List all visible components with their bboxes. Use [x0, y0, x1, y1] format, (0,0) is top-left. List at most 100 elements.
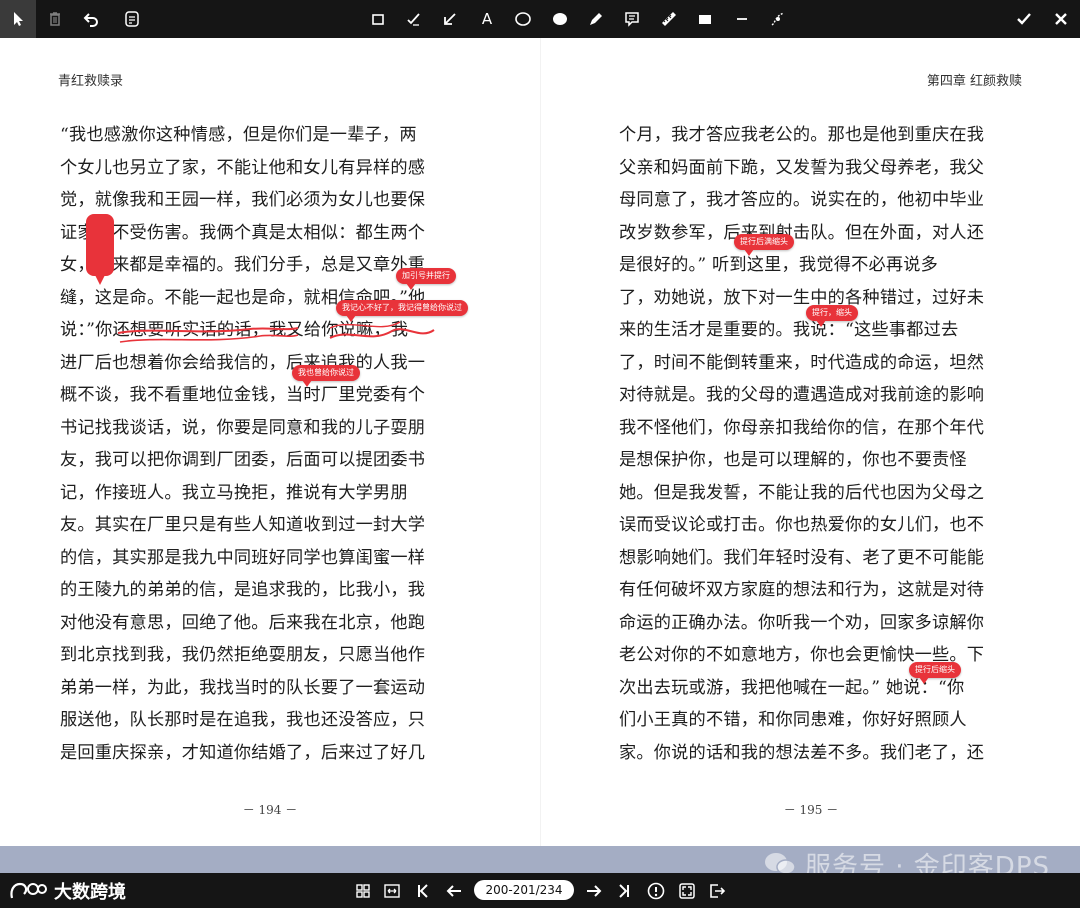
notes-icon [125, 11, 139, 27]
info-button[interactable] [642, 873, 670, 908]
check-pen-icon [407, 13, 420, 26]
text-line: 父亲和妈面前下跪，又发誓为我父母养老，我父 [619, 157, 985, 178]
line-tool-button[interactable] [724, 0, 760, 38]
node-path-icon [771, 12, 785, 26]
text-line: 觉，就像我和王园一样，我们必须为女儿也要保 [60, 190, 426, 210]
page-number-input[interactable] [474, 880, 574, 900]
ruler-tool-button[interactable] [651, 0, 687, 38]
filled-circle-icon [553, 13, 567, 25]
comment-note-indent[interactable]: 提行，缩头 [806, 305, 858, 327]
last-page-button[interactable] [610, 873, 638, 908]
line-icon [737, 18, 747, 20]
info-icon [647, 882, 665, 899]
comment-note-indent-full[interactable]: 提行后满缩头 [734, 234, 794, 256]
close-icon [1055, 13, 1067, 25]
text-line: 服送他，队长那时是在追我，我也还没答应，只 [60, 710, 426, 730]
filled-circle-tool-button[interactable] [542, 0, 578, 38]
text-line: 对他没有意思，回绝了他。后来我在北京，他跑 [60, 612, 426, 633]
brand-logo: 大数跨境 [8, 873, 126, 908]
text-line: 们小王真的不错，和你同患难，你好好照顾人 [619, 710, 967, 730]
filled-rectangle-tool-button[interactable] [687, 0, 723, 38]
text-line: 我不怪他们，你母亲扣我给你的信，在那个年代 [619, 417, 985, 438]
comment-note-indent-after-break[interactable]: 提行后缩头 [909, 662, 961, 684]
comment-tool-button[interactable] [614, 0, 650, 38]
delete-button[interactable] [37, 0, 73, 38]
ellipse-tool-button[interactable] [505, 0, 541, 38]
node-path-tool-button[interactable] [760, 0, 796, 38]
text-line: 想影响她们。我们年轻时没有、老了更不可能能 [619, 547, 985, 568]
text-line: 对待就是。我的父母的遭遇造成对我前途的影响 [619, 385, 985, 405]
arrow-tool-button[interactable] [432, 0, 468, 38]
text-line: “我也感激你这种情感，但是你们是一辈子，两 [60, 125, 417, 145]
fit-width-button[interactable] [378, 873, 406, 908]
text-line: 到北京找到我，我仍然拒绝耍朋友，只愿当他作 [60, 645, 426, 665]
text-line: 个月，我才答应我老公的。那也是他到重庆在我 [619, 125, 985, 145]
text-line: 改岁数参军，后来到射击队。但在外面，对人还 [619, 222, 985, 243]
text-line: 友，我可以把你调到厂团委，后面可以提团委书 [60, 450, 426, 470]
next-page-icon [587, 884, 602, 897]
select-tool-button[interactable] [0, 0, 36, 38]
confirm-icon [1017, 13, 1031, 25]
notes-button[interactable] [114, 0, 150, 38]
text-line: 弟弟一样，为此，我找当时的队长要了一套运动 [60, 677, 426, 698]
text-line: 女，将来都是幸福的。我们分手，总是又章外重 [60, 255, 426, 275]
comment-icon [625, 12, 639, 27]
confirm-button[interactable] [1006, 0, 1042, 38]
text-line: 家。你说的话和我的想法差不多。我们老了，还 [619, 742, 985, 763]
text-line: 是很好的。” 听到这里，我觉得不必再说多 [619, 255, 939, 275]
text-line: 次出去玩或游，我把他喊在一起。” 她说：“你 [619, 677, 965, 698]
undo-button[interactable] [73, 0, 109, 38]
right-page-number: － 195 － [783, 803, 839, 817]
text-line: 母同意了，我才答应的。说实在的，他初中毕业 [619, 190, 985, 210]
text-line: 证家庭不受伤害。我俩个真是太相似：都生两个 [60, 222, 426, 243]
text-line: 的信，其实那是我九中同班好同学也算闺蜜一样 [60, 547, 426, 568]
text-line: 书记找我谈话，说，你要是同意和我的儿子耍朋 [60, 417, 426, 438]
text-line: 的王陵九的弟弟的信，是追求我的，比我小，我 [60, 580, 426, 600]
previous-page-button[interactable] [440, 873, 468, 908]
check-pen-tool-button[interactable] [396, 0, 432, 38]
fullscreen-button[interactable] [673, 873, 701, 908]
rectangle-icon [372, 14, 384, 25]
undo-icon [83, 13, 98, 27]
exit-button[interactable] [703, 873, 731, 908]
prev-page-icon [446, 884, 461, 897]
text-line: 了，时间不能倒转重来，时代造成的命运，坦然 [619, 352, 985, 373]
first-page-button[interactable] [409, 873, 437, 908]
first-page-icon [418, 883, 428, 898]
annotation-toolbar: A [0, 0, 1080, 38]
close-button[interactable] [1043, 0, 1079, 38]
grid-icon [356, 883, 370, 898]
fit-width-icon [384, 883, 400, 898]
text-icon: A [481, 10, 493, 28]
left-running-head: 青红救赎录 [58, 74, 124, 89]
comment-note-memory[interactable]: 我记心不好了，我记得曾给你说过 [336, 300, 468, 322]
comment-note-told-you[interactable]: 我也曾给你说过 [292, 365, 360, 387]
text-line: 说：”你还想要听实话的话，我又给你说嘛，我 [60, 320, 409, 340]
text-line: 她。但是我发誓，不能让我的后代也因为父母之 [619, 482, 985, 503]
comment-note-add-quotes[interactable]: 加引号并提行 [396, 268, 456, 290]
pen-icon [590, 13, 602, 25]
trash-icon [50, 12, 60, 26]
last-page-icon [619, 883, 629, 898]
ruler-icon [662, 12, 676, 26]
text-line: 来的生活才是重要的。我说：“这些事都过去 [619, 320, 959, 340]
text-line: 了，劝她说，放下对一生中的各种错过，过好未 [619, 287, 985, 308]
rectangle-tool-button[interactable] [360, 0, 396, 38]
pen-tool-button[interactable] [578, 0, 614, 38]
reader-bottom-bar [0, 873, 1080, 908]
arrow-icon [444, 13, 456, 25]
vertical-comment-note[interactable] [86, 214, 114, 285]
text-line: 个女儿也另立了家，不能让他和女儿有异样的感 [60, 157, 426, 178]
text-line: 误而受议论或打击。你也热爱你的女儿们，也不 [619, 515, 985, 535]
logo-mark-icon [10, 882, 47, 898]
thumbnail-grid-button[interactable] [349, 873, 377, 908]
select-icon [14, 12, 23, 26]
text-tool-button[interactable]: A [469, 0, 505, 38]
text-line: 是想保护你，也是可以理解的，你也不要责怪 [619, 450, 967, 470]
brand-logo-text: 大数跨境 [54, 881, 126, 903]
text-line: 命运的正确办法。你听我一个劝，回家多谅解你 [619, 612, 985, 633]
next-page-button[interactable] [580, 873, 608, 908]
left-page: 青红救赎录 “我也感激你这种情感，但是你们是一辈子，两 个女儿也另立了家，不能让他… [0, 38, 540, 846]
right-page: 第四章 红颜救赎 个月，我才答应我老公的。那也是他到重庆在我 父亲和妈面前下跪，又… [540, 38, 1080, 846]
filled-rectangle-icon [699, 15, 711, 24]
